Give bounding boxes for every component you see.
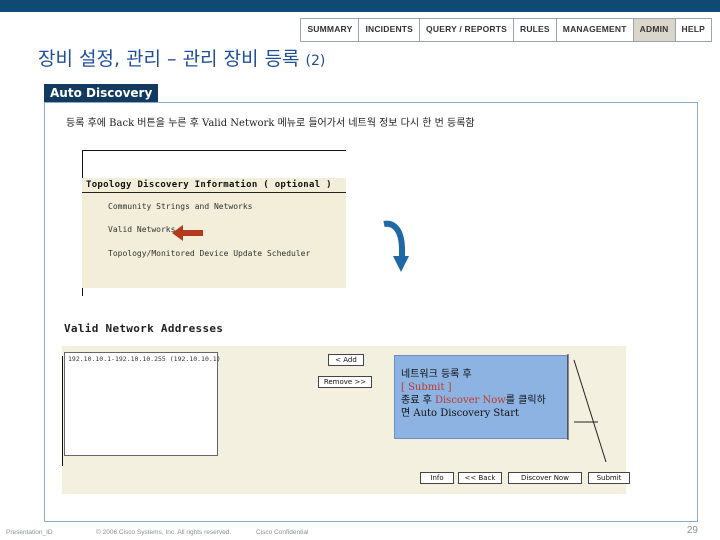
network-address-list[interactable]: 192.10.10.1-192.10.10.255 (192.10.10.1) — [64, 352, 221, 456]
top-bar — [0, 0, 720, 12]
link-valid-networks[interactable]: Valid Networks — [108, 225, 175, 234]
footer-confidential: Cisco Confidential — [256, 529, 309, 536]
page-number: 29 — [686, 525, 698, 536]
link-community-strings[interactable]: Community Strings and Networks — [108, 202, 253, 211]
callout-line-3-post: 를 클릭하 — [505, 395, 546, 406]
nav-summary[interactable]: SUMMARY — [301, 19, 360, 41]
callout-line-3: 종료 후 Discover Now를 클릭하 — [401, 394, 567, 407]
footer-copyright: © 2006 Cisco Systems, Inc. All rights re… — [96, 529, 232, 536]
back-button[interactable]: << Back — [458, 472, 502, 484]
callout-line-1: 네트워크 등록 후 — [401, 369, 472, 380]
page-title: 장비 설정, 관리 – 관리 장비 등록 (2) — [38, 44, 325, 71]
red-left-arrow-icon — [172, 225, 203, 241]
footer-presentation-id: Presentation_ID — [6, 529, 53, 536]
page-title-sub: (2) — [305, 53, 326, 69]
frame-line — [82, 150, 346, 151]
info-button[interactable]: Info — [420, 472, 454, 484]
callout-line-3-pre: 종료 후 — [401, 395, 435, 406]
frame-line — [62, 356, 63, 466]
nav-rules[interactable]: RULES — [514, 19, 557, 41]
blue-curved-down-arrow-icon — [383, 220, 409, 272]
nav-incidents[interactable]: INCIDENTS — [359, 19, 421, 41]
topology-discovery-panel: Topology Discovery Information ( optiona… — [82, 178, 346, 288]
nav-help[interactable]: HELP — [676, 19, 711, 41]
callout-pointer-lines — [567, 354, 607, 463]
link-topology-scheduler[interactable]: Topology/Monitored Device Update Schedul… — [108, 249, 310, 258]
callout-box: 네트워크 등록 후 [ Submit ] 종료 후 Discover Now를 … — [394, 355, 568, 439]
page-title-main: 장비 설정, 관리 – 관리 장비 등록 — [38, 48, 300, 70]
topology-header: Topology Discovery Information ( optiona… — [82, 178, 346, 193]
discover-now-button[interactable]: Discover Now — [508, 472, 582, 484]
add-button[interactable]: < Add — [328, 354, 364, 366]
instruction-text: 등록 후에 Back 버튼을 누른 후 Valid Network 메뉴로 들어… — [66, 118, 475, 129]
callout-line-4: 면 Auto Discovery Start — [401, 408, 520, 419]
top-nav: SUMMARY INCIDENTS QUERY / REPORTS RULES … — [300, 18, 712, 42]
callout-line-3-red: Discover Now — [434, 395, 506, 406]
network-address-entry[interactable]: 192.10.10.1-192.10.10.255 (192.10.10.1) — [68, 355, 221, 363]
nav-admin[interactable]: ADMIN — [633, 19, 676, 41]
remove-button[interactable]: Remove >> — [318, 376, 372, 388]
nav-management[interactable]: MANAGEMENT — [557, 19, 634, 41]
section-label: Auto Discovery — [44, 84, 159, 102]
nav-query-reports[interactable]: QUERY / REPORTS — [420, 19, 514, 41]
valid-network-title: Valid Network Addresses — [64, 322, 224, 335]
submit-button[interactable]: Submit — [588, 472, 630, 484]
callout-line-2: [ Submit ] — [401, 382, 452, 393]
